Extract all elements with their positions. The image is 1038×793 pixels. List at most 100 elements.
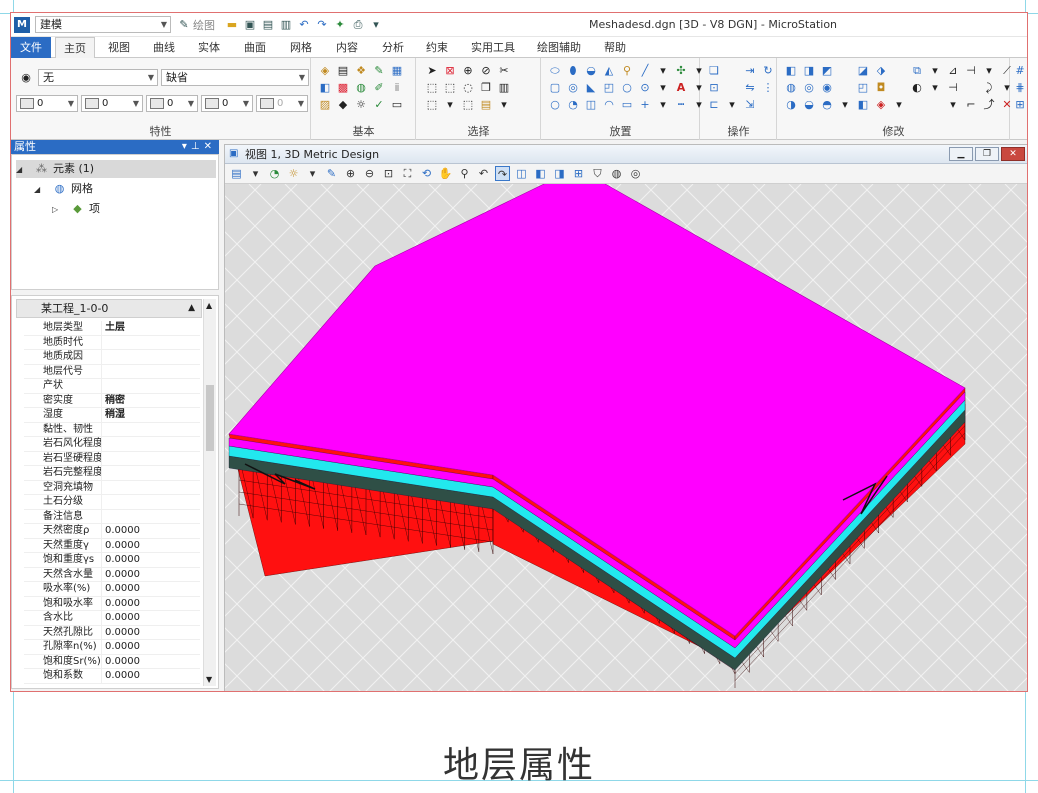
scroll-up-icon[interactable]: ▲ [206, 301, 212, 310]
grid-icon[interactable]: # [1013, 64, 1027, 78]
attribute-value[interactable]: 0.0000 [102, 524, 200, 538]
clip-volume-icon[interactable]: ◨ [552, 166, 567, 181]
attach-tools-icon[interactable]: ◧ [318, 81, 332, 95]
level-display-icon[interactable]: ▦ [390, 64, 404, 78]
fillet-icon[interactable]: ◍ [784, 81, 798, 95]
pan-view-icon[interactable]: ✋ [438, 166, 453, 181]
zoom-in-icon[interactable]: ⊕ [343, 166, 358, 181]
tab-analysis[interactable]: 分析 [373, 37, 413, 58]
chevron-down-icon[interactable]: ▾ [928, 81, 942, 95]
attribute-row[interactable]: 黏性、韧性 [24, 422, 200, 437]
pin-icon[interactable]: ✦ [333, 18, 347, 32]
app-logo-icon[interactable]: M [14, 17, 30, 33]
arc-icon[interactable]: ◠ [602, 98, 616, 112]
plus-icon[interactable]: + [638, 98, 652, 112]
attribute-value[interactable]: 0.0000 [102, 597, 200, 611]
attribute-value[interactable]: 0.0000 [102, 582, 200, 596]
join-icon[interactable]: ⤴ [982, 98, 996, 112]
element-info-icon[interactable]: ✐ [372, 81, 386, 95]
mirror-icon[interactable]: ⇋ [743, 81, 757, 95]
references-icon[interactable]: ❖ [354, 64, 368, 78]
view-rotation-icon[interactable]: ⊞ [571, 166, 586, 181]
measure-icon[interactable]: ✓ [372, 98, 386, 112]
window-area-icon[interactable]: ⊡ [381, 166, 396, 181]
drawing-icon[interactable]: ✎ [177, 18, 191, 32]
cut-icon[interactable]: ✂ [497, 64, 511, 78]
previous-view-icon[interactable]: ↶ [476, 166, 491, 181]
workflow-select[interactable]: 建模 ▼ [35, 16, 171, 33]
tree-item-mesh[interactable]: ◢ ◍ 网格 [34, 180, 214, 198]
print-icon[interactable]: ⎙ [351, 18, 365, 32]
select-element-icon[interactable]: ➤ [425, 64, 439, 78]
corner-icon[interactable]: ⌐ [964, 98, 978, 112]
sweep-icon[interactable]: ◔ [566, 98, 580, 112]
tab-surfaces[interactable]: 曲面 [235, 37, 275, 58]
scroll-down-icon[interactable]: ▼ [206, 675, 212, 684]
slab-icon[interactable]: ⬭ [548, 64, 562, 78]
tree-item-elements[interactable]: ◢ ⁂ 元素 (1) [16, 160, 216, 178]
cut-solid-icon[interactable]: ◰ [856, 81, 870, 95]
text-icon[interactable]: A [674, 81, 688, 95]
display-style-icon[interactable]: ◔ [267, 166, 282, 181]
tab-view[interactable]: 视图 [99, 37, 139, 58]
attribute-value[interactable]: 0.0000 [102, 553, 200, 567]
chevron-down-icon[interactable]: ▾ [928, 64, 942, 78]
tree-item-entry[interactable]: ▷ ◆ 项 [52, 200, 212, 218]
move-icon[interactable]: ⇥ [743, 64, 757, 78]
tab-solids[interactable]: 实体 [189, 37, 229, 58]
attribute-row[interactable]: 地质时代 [24, 335, 200, 350]
tab-drawing-aids[interactable]: 绘图辅助 [531, 37, 587, 58]
attribute-row[interactable]: 湿度 稍湿 [24, 408, 200, 423]
drop-element-icon[interactable]: ◐ [910, 81, 924, 95]
color-picker[interactable]: 0 ▼ [16, 95, 78, 112]
attributes-scrollbar[interactable]: ▲ ▼ [203, 299, 216, 686]
save-icon[interactable]: ▣ [243, 18, 257, 32]
stratum-mesh-model[interactable] [228, 184, 966, 688]
wedge-icon[interactable]: ◣ [584, 81, 598, 95]
attribute-row[interactable]: 产状 [24, 379, 200, 394]
open-folder-icon[interactable]: ▬ [225, 18, 239, 32]
save-settings-icon[interactable]: ▤ [261, 18, 275, 32]
partial-delete-icon[interactable]: ⤸ [982, 81, 996, 95]
attribute-row[interactable]: 饱和系数 0.0000 [24, 669, 200, 684]
panel-controls[interactable]: ▾⊥✕ [182, 140, 216, 154]
expand-triangle-icon[interactable]: ▷ [52, 201, 66, 219]
attribute-row[interactable]: 饱和度Sr(%) 0.0000 [24, 654, 200, 669]
extrude-icon[interactable]: ◰ [602, 81, 616, 95]
attribute-row[interactable]: 地层类型 土层 [24, 321, 200, 336]
render-view-icon[interactable]: ◍ [609, 166, 624, 181]
lighting-icon[interactable]: ☼ [286, 166, 301, 181]
attribute-value[interactable]: 稍湿 [102, 408, 200, 422]
text-styles-icon[interactable]: ⅱ [390, 81, 404, 95]
properties-icon[interactable]: ▥ [279, 18, 293, 32]
chamfer-icon[interactable]: ◎ [802, 81, 816, 95]
chevron-down-icon[interactable]: ▾ [443, 98, 457, 112]
array-icon[interactable]: ⋮ [761, 81, 775, 95]
clipboard-icon[interactable]: ▤ [479, 98, 493, 112]
line-style-picker[interactable]: 0 ▼ [81, 95, 143, 112]
tab-utilities[interactable]: 实用工具 [465, 37, 521, 58]
color-table-icon[interactable]: ▩ [336, 81, 350, 95]
close-button[interactable]: ✕ [1001, 147, 1025, 161]
chevron-down-icon[interactable]: ▾ [656, 64, 670, 78]
thicken-icon[interactable]: ◒ [802, 98, 816, 112]
rotate-view-icon[interactable]: ⟲ [419, 166, 434, 181]
ellipse-icon[interactable]: ⊙ [638, 81, 652, 95]
attribute-row[interactable]: 天然孔隙比 0.0000 [24, 625, 200, 640]
cylinder-icon[interactable]: ⬮ [566, 64, 580, 78]
tab-curves[interactable]: 曲线 [144, 37, 184, 58]
chevron-down-icon[interactable]: ▾ [982, 64, 996, 78]
stratum-model-scene[interactable] [225, 184, 1028, 692]
circle-icon[interactable]: ○ [620, 81, 634, 95]
attribute-value[interactable]: 0.0000 [102, 626, 200, 640]
grid-snap-icon[interactable]: ⋕ [1013, 81, 1027, 95]
attribute-value[interactable] [102, 481, 200, 495]
blend-icon[interactable]: ◉ [820, 81, 834, 95]
redo-icon[interactable]: ↷ [315, 18, 329, 32]
select-all-icon[interactable]: ⊕ [461, 64, 475, 78]
revolve-icon[interactable]: ○ [548, 98, 562, 112]
torus-icon[interactable]: ◎ [566, 81, 580, 95]
copy-icon[interactable]: ❐ [479, 81, 493, 95]
box-icon[interactable]: ▢ [548, 81, 562, 95]
place-smartline-icon[interactable]: ⚲ [620, 64, 634, 78]
